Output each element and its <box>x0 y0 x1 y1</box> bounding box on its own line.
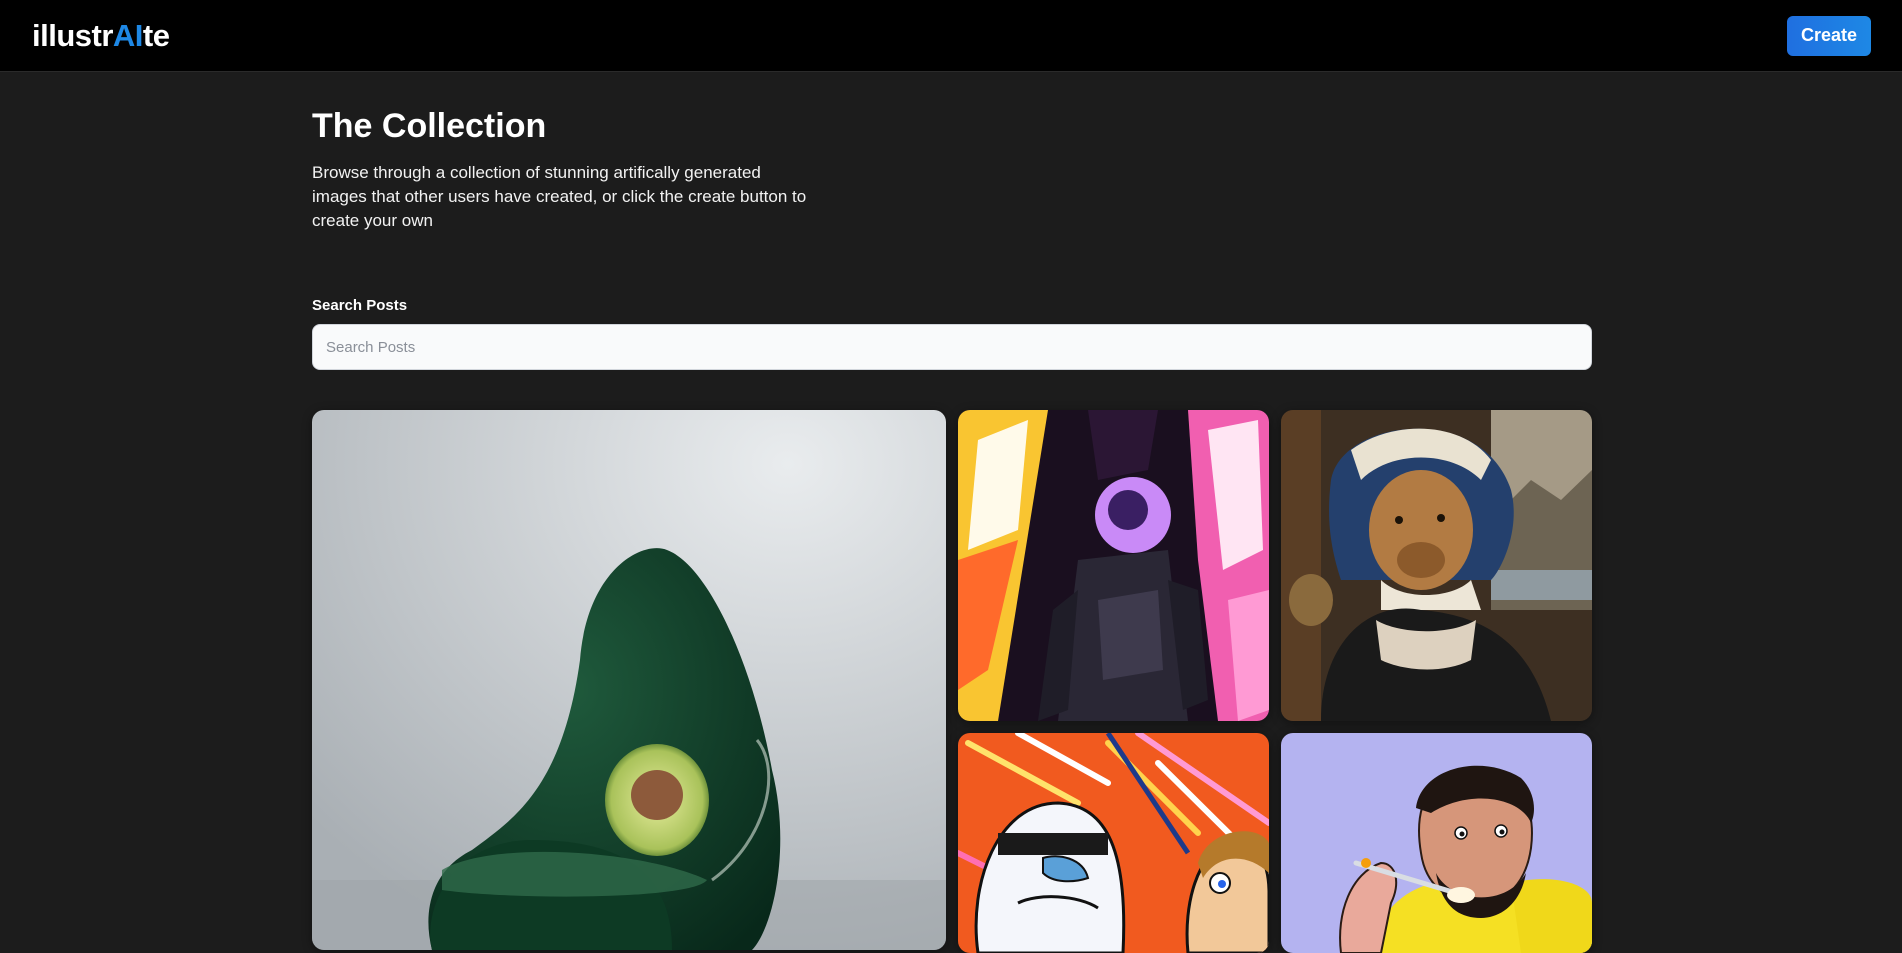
gallery-card-neon-robot[interactable] <box>958 410 1269 721</box>
main-content: The Collection Browse through a collecti… <box>312 72 1592 953</box>
logo-text-part2: te <box>142 17 170 53</box>
create-button[interactable]: Create <box>1787 15 1871 56</box>
search-input[interactable] <box>312 324 1592 370</box>
page-description: Browse through a collection of stunning … <box>312 163 807 231</box>
stormtrooper-cartoon-image <box>958 733 1269 953</box>
dog-portrait-image <box>1281 410 1592 721</box>
logo-text-accent: AI <box>112 17 144 53</box>
search-label: Search Posts <box>312 297 408 314</box>
gallery-card-avocado-chair[interactable] <box>312 410 946 950</box>
man-eating-cartoon-image <box>1281 733 1592 953</box>
gallery-card-dog-portrait[interactable] <box>1281 410 1592 721</box>
top-navbar: illustr AI te Create <box>0 0 1902 72</box>
logo-link[interactable]: illustr AI te <box>32 17 170 54</box>
gallery-card-stormtrooper-cartoon[interactable] <box>958 733 1269 953</box>
neon-robot-image <box>958 410 1269 721</box>
page-title: The Collection <box>312 107 547 145</box>
gallery-card-man-eating-cartoon[interactable] <box>1281 733 1592 953</box>
avocado-chair-image <box>312 410 946 950</box>
logo-text-part1: illustr <box>32 17 113 53</box>
